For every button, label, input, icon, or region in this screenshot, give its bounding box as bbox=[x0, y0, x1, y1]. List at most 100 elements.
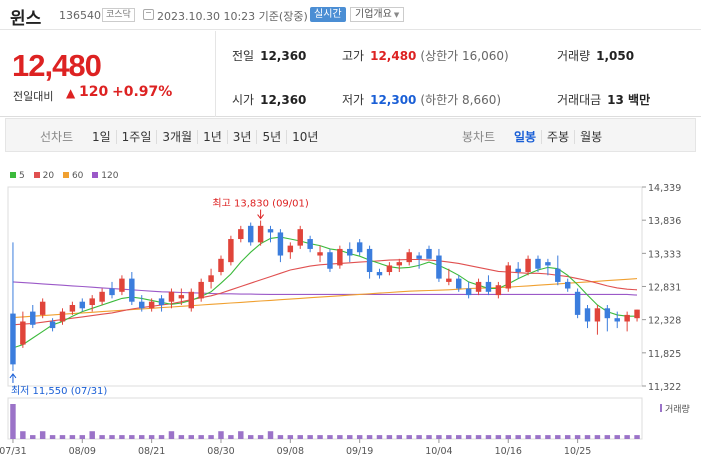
candle-body bbox=[555, 268, 561, 282]
volume-bar bbox=[139, 435, 145, 439]
x-tick-label: 08/09 bbox=[69, 446, 96, 457]
tab-3m[interactable]: 3개월 bbox=[157, 130, 199, 144]
candle-body bbox=[307, 239, 313, 249]
legend-label: 20 bbox=[42, 171, 55, 181]
candle-body bbox=[574, 291, 581, 315]
volume-bar bbox=[247, 435, 254, 439]
tab-10y[interactable]: 10년 bbox=[287, 130, 323, 144]
legend-swatch bbox=[62, 172, 69, 178]
legend-ma60: 60 bbox=[62, 171, 83, 181]
tab-1w[interactable]: 1주일 bbox=[116, 130, 158, 144]
candle-body bbox=[446, 278, 452, 282]
candle-body bbox=[396, 262, 403, 266]
candle-body bbox=[297, 229, 303, 246]
market-badge: 코스닥 bbox=[102, 8, 135, 22]
candle-body bbox=[505, 265, 511, 289]
legend-ma5: 5 bbox=[10, 171, 25, 181]
price-plot-frame bbox=[7, 186, 643, 387]
volume-bar bbox=[594, 435, 601, 439]
candle-body bbox=[247, 225, 254, 243]
volume-bar bbox=[337, 435, 343, 439]
stock-code: 136540 bbox=[59, 9, 101, 22]
candle-body bbox=[614, 318, 620, 322]
legend-swatch bbox=[33, 172, 40, 178]
chart-canvas[interactable]: 14,339 13,836 13,333 12,831 12,328 11,825 11,3… bbox=[0, 165, 701, 457]
legend-ma120: 120 bbox=[92, 171, 118, 181]
x-tick-label: 07/31 bbox=[0, 446, 27, 457]
line-chart-tabs: 선차트 1일 1주일 3개월 1년 3년 5년 10년 bbox=[40, 128, 323, 145]
upper-limit: (상한가 16,060) bbox=[420, 49, 509, 63]
x-tick-label: 08/21 bbox=[138, 446, 165, 457]
candle-chart: 5 20 60 120 14,339 13,836 13,333 12,831 12,3… bbox=[0, 165, 701, 457]
change-percent: +0.97% bbox=[112, 84, 173, 100]
volume-bar bbox=[267, 431, 274, 439]
candle-body bbox=[475, 281, 482, 292]
volume-bar bbox=[347, 435, 353, 439]
quote-datetime: 2023.10.30 10:23 기준(장중) bbox=[157, 10, 308, 23]
candle-body bbox=[386, 265, 393, 273]
volume-bar bbox=[257, 435, 264, 439]
candle-body bbox=[277, 232, 284, 256]
volume-bar bbox=[525, 435, 531, 439]
volume-bar bbox=[485, 435, 492, 439]
candle-body bbox=[525, 258, 531, 273]
chart-period-tabs: 선차트 1일 1주일 3개월 1년 3년 5년 10년 봉차트 일봉 주봉 월봉 bbox=[5, 118, 696, 152]
candle-body bbox=[20, 321, 26, 345]
volume-bar bbox=[475, 435, 482, 439]
volume-bar bbox=[604, 435, 611, 439]
x-tick-label: 08/30 bbox=[207, 446, 234, 457]
candle-body bbox=[406, 252, 412, 263]
realtime-button[interactable]: 실시간 bbox=[310, 7, 346, 22]
volume-bar bbox=[327, 435, 333, 439]
volume-bar bbox=[634, 435, 640, 439]
line-chart-head: 선차트 bbox=[40, 130, 74, 144]
volume-bar bbox=[10, 404, 16, 439]
y-tick-label: 14,339 bbox=[648, 183, 681, 194]
candle-body bbox=[426, 248, 432, 259]
volume-bar bbox=[446, 435, 452, 439]
candle-body bbox=[30, 311, 36, 325]
high-label: 고가 bbox=[342, 49, 365, 63]
y-tick-label: 12,328 bbox=[648, 316, 681, 327]
volume-label: 거래량 bbox=[557, 49, 591, 63]
tab-daily[interactable]: 일봉 bbox=[508, 130, 543, 144]
volume-bar bbox=[168, 431, 175, 439]
prev-close-value: 12,360 bbox=[260, 49, 307, 63]
tab-monthly[interactable]: 월봉 bbox=[575, 130, 607, 144]
volume-bar bbox=[564, 435, 571, 439]
volume-bar bbox=[109, 435, 115, 439]
volume-bar bbox=[505, 435, 511, 439]
volume: 거래량 1,050 bbox=[557, 47, 634, 64]
candle-chart-head: 봉차트 bbox=[462, 130, 496, 144]
tab-weekly[interactable]: 주봉 bbox=[542, 130, 576, 144]
candle-body bbox=[208, 275, 214, 282]
candle-body bbox=[515, 268, 521, 273]
volume-bar bbox=[238, 431, 244, 439]
volume-bar bbox=[49, 435, 56, 439]
tab-5y[interactable]: 5년 bbox=[257, 130, 288, 144]
low-annotation: 최저 11,550 (07/31) bbox=[11, 385, 107, 397]
divider bbox=[215, 31, 216, 117]
tab-1y[interactable]: 1년 bbox=[198, 130, 228, 144]
volume-axis-label: 거래량 bbox=[665, 403, 690, 415]
candle-body bbox=[119, 278, 125, 292]
tab-1d[interactable]: 1일 bbox=[86, 130, 117, 144]
high-value: 12,480 bbox=[370, 49, 417, 63]
candle-body bbox=[79, 301, 86, 309]
company-info-dropdown[interactable]: 기업개요 ▼ bbox=[350, 7, 405, 22]
tab-3y[interactable]: 3년 bbox=[227, 130, 258, 144]
candle-body bbox=[317, 252, 323, 256]
volume-plot-frame bbox=[7, 397, 643, 440]
volume-bar bbox=[198, 435, 204, 439]
stock-name: 윈스 bbox=[10, 9, 42, 29]
volume-bar bbox=[406, 435, 412, 439]
legend-ma20: 20 bbox=[33, 171, 55, 181]
volume-bar bbox=[188, 435, 194, 439]
candle-body bbox=[604, 308, 611, 319]
x-tick-label: 09/19 bbox=[346, 446, 373, 457]
candle-body bbox=[168, 291, 175, 302]
x-tick-label: 10/04 bbox=[425, 446, 452, 457]
volume-bar bbox=[287, 435, 294, 439]
volume-bar bbox=[614, 435, 620, 439]
volume-bar bbox=[59, 435, 66, 439]
